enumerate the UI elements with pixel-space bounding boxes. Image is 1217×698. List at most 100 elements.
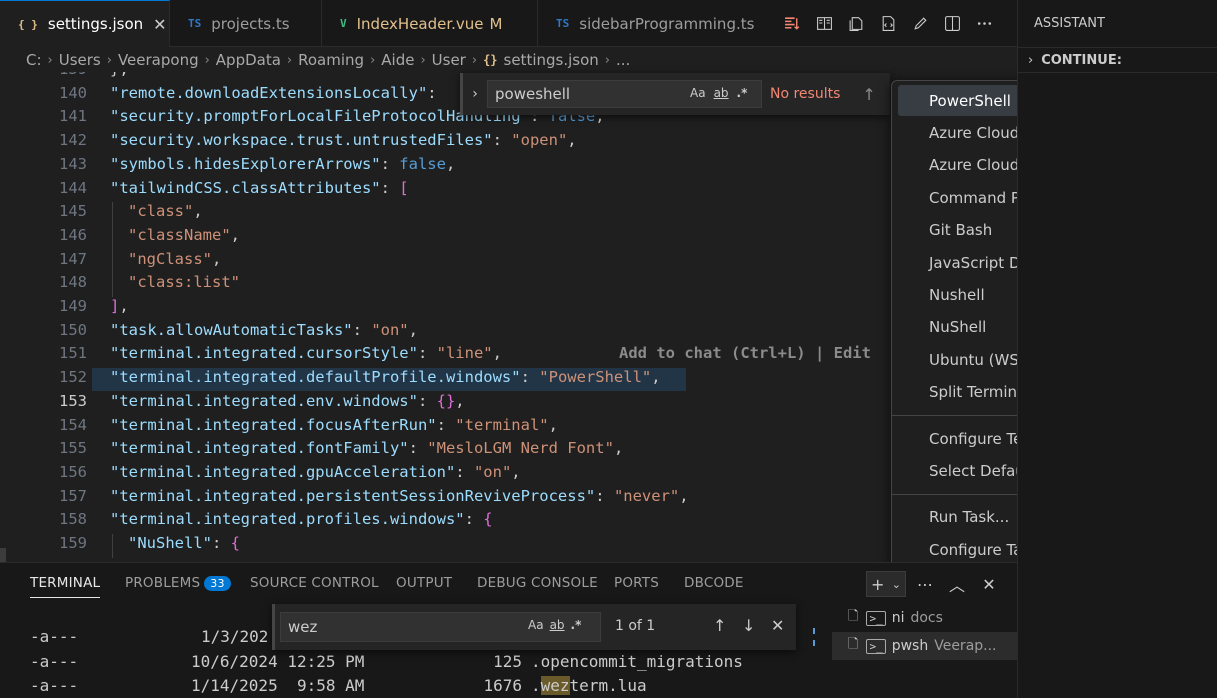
code-line[interactable]: 154 "terminal.integrated.focusAfterRun": … (0, 416, 1017, 440)
edit-icon[interactable] (904, 10, 936, 38)
chevron-right-icon: › (286, 52, 293, 68)
new-terminal-button[interactable]: + ⌄ (866, 571, 906, 597)
code-line[interactable]: 152 "terminal.integrated.defaultProfile.w… (0, 368, 1017, 392)
breadcrumb-item[interactable]: Aide (381, 51, 414, 69)
open-preview-icon[interactable] (808, 10, 840, 38)
breadcrumb-item[interactable]: User (432, 51, 466, 69)
code-line[interactable]: 148 "class:list" (0, 273, 1017, 297)
code-view[interactable]: 139}, 140 "remote.downloadExtensionsLocall… (0, 72, 1017, 562)
regex-toggle[interactable]: .* (737, 86, 748, 100)
close-icon[interactable]: ✕ (771, 616, 784, 635)
code-token: "terminal.integrated.env.windows" (110, 391, 418, 410)
code-line[interactable]: 157 "terminal.integrated.persistentSessio… (0, 487, 1017, 511)
code-line[interactable]: 158 "terminal.integrated.profiles.windows… (0, 510, 1017, 534)
diff-icon[interactable] (872, 10, 904, 38)
terminal-text: 1/14/2025 9:58 AM (191, 676, 365, 695)
code-text: "terminal.integrated.fontFamily": "Meslo… (110, 439, 623, 457)
code-token: : (380, 178, 400, 197)
code-text: "terminal.integrated.persistentSessionRe… (110, 487, 689, 505)
code-token: "className" (128, 225, 231, 244)
split-editor-icon[interactable] (936, 10, 968, 38)
tab-sidebarprogramming-ts[interactable]: TS sidebarProgramming.ts (538, 0, 776, 47)
code-token: , (445, 154, 456, 173)
scrollbar-marker (813, 628, 818, 646)
find-count: 1 of 1 (615, 618, 656, 634)
code-line[interactable]: 155 "terminal.integrated.fontFamily": "Me… (0, 439, 1017, 463)
terminal-item[interactable]: 🗋 >_ ni docs (832, 604, 1017, 632)
close-icon[interactable]: ✕ (153, 15, 166, 34)
whole-word-toggle[interactable]: ab (714, 86, 729, 100)
typescript-file-icon: TS (188, 17, 202, 30)
next-match-icon[interactable]: ↓ (742, 616, 755, 635)
code-line[interactable]: 146 "className", (0, 226, 1017, 250)
chevron-right-icon: › (1028, 52, 1034, 68)
whole-word-toggle[interactable]: ab (550, 618, 565, 632)
previous-match-icon[interactable]: ↑ (862, 85, 875, 104)
code-text: "className", (128, 226, 240, 244)
inline-hint[interactable]: Add to chat (Ctrl+L) | Edit (619, 344, 871, 362)
find-input[interactable]: poweshell Aa ab .* (487, 80, 762, 108)
tab-ports[interactable]: PORTS (614, 575, 659, 591)
breadcrumb-item[interactable]: settings.json (504, 51, 599, 69)
plus-icon: + (871, 574, 885, 594)
code-line[interactable]: 143 "symbols.hidesExplorerArrows": false, (0, 155, 1017, 179)
code-line[interactable]: 149], (0, 297, 1017, 321)
tab-source-control[interactable]: SOURCE CONTROL (250, 575, 379, 591)
tab-problems[interactable]: PROBLEMS 33 (125, 575, 231, 591)
breadcrumb-item[interactable]: Roaming (298, 51, 364, 69)
tab-output[interactable]: OUTPUT (396, 575, 452, 591)
scrollbar[interactable] (0, 548, 6, 562)
editor-area: { } settings.json ✕ TS projects.ts V Ind… (0, 0, 1017, 562)
match-case-toggle[interactable]: Aa (690, 86, 706, 100)
code-line[interactable]: 142 "security.workspace.trust.untrustedFi… (0, 131, 1017, 155)
previous-match-icon[interactable]: ↑ (713, 616, 726, 635)
line-number: 153 (59, 391, 87, 410)
breadcrumb-item[interactable]: C: (26, 51, 42, 69)
search-match: wez (540, 676, 570, 695)
copy-icon[interactable] (840, 10, 872, 38)
tab-terminal[interactable]: TERMINAL (30, 575, 101, 598)
terminal-item[interactable]: 🗋 >_ pwsh Veerap... (832, 632, 1017, 660)
code-text: "terminal.integrated.defaultProfile.wind… (110, 368, 661, 386)
code-line[interactable]: 156 "terminal.integrated.gpuAcceleration"… (0, 463, 1017, 487)
code-text: "terminal.integrated.focusAfterRun": "te… (110, 416, 558, 434)
breadcrumb-item[interactable]: Users (59, 51, 101, 69)
breadcrumb-item[interactable]: ... (616, 51, 630, 69)
code-text: "task.allowAutomaticTasks": "on", (110, 321, 418, 339)
assistant-section-continue[interactable]: › CONTINUE: (1018, 47, 1217, 73)
breadcrumb-item[interactable]: Veerapong (118, 51, 199, 69)
more-icon[interactable] (968, 10, 1000, 38)
terminal-text: -a--- (30, 627, 79, 646)
regex-toggle[interactable]: .* (571, 618, 582, 632)
tab-debug-console[interactable]: DEBUG CONSOLE (477, 575, 598, 591)
breadcrumb-item[interactable]: AppData (216, 51, 281, 69)
code-line[interactable]: 150 "task.allowAutomaticTasks": "on", (0, 321, 1017, 345)
match-case-toggle[interactable]: Aa (528, 618, 544, 632)
editor-toolbar (776, 0, 1000, 47)
more-icon[interactable]: ⋯ (912, 575, 938, 594)
code-token: , (651, 368, 661, 387)
code-line[interactable]: 153 "terminal.integrated.env.windows": {}… (0, 392, 1017, 416)
panel-toolbar: + ⌄ ⋯ ︿ ✕ (866, 571, 1002, 597)
code-line[interactable]: 147 "ngClass", (0, 250, 1017, 274)
close-icon[interactable]: ✕ (976, 575, 1002, 594)
maximize-panel-icon[interactable]: ︿ (944, 572, 970, 596)
code-token: , (408, 320, 418, 339)
code-token: "terminal.integrated.profiles.windows" (110, 510, 465, 529)
toggle-replace-icon[interactable]: › (463, 86, 487, 102)
code-line[interactable]: 159 "NuShell": { (0, 534, 1017, 558)
split-lines-icon[interactable] (776, 10, 808, 38)
code-token: : (595, 486, 614, 505)
tab-indexheader-vue[interactable]: V IndexHeader.vue M (322, 0, 538, 47)
code-line[interactable]: 144 "tailwindCSS.classAttributes": [ (0, 179, 1017, 203)
line-number: 150 (59, 320, 87, 339)
chevron-down-icon[interactable]: ⌄ (892, 578, 901, 591)
code-text: "NuShell": { (128, 534, 240, 552)
tab-settings-json[interactable]: { } settings.json ✕ (0, 0, 170, 47)
code-token: "NuShell" (128, 534, 212, 552)
tab-projects-ts[interactable]: TS projects.ts (170, 0, 322, 47)
tab-dbcode[interactable]: DBCODE (684, 575, 744, 591)
code-line[interactable]: 145 "class", (0, 202, 1017, 226)
code-line[interactable]: 151 "terminal.integrated.cursorStyle": "l… (0, 344, 1017, 368)
tab-label: settings.json (47, 15, 144, 33)
